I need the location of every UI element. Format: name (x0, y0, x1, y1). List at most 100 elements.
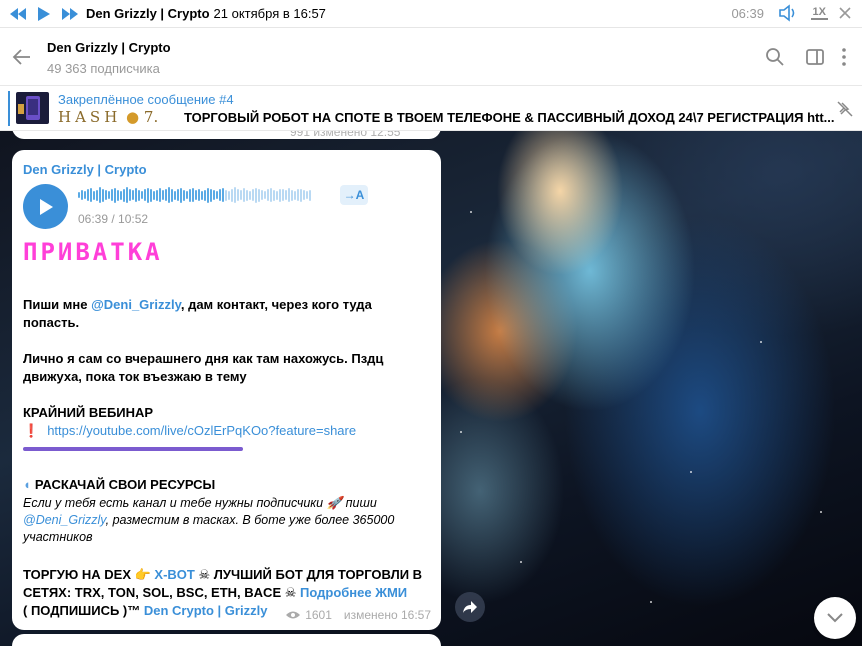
waveform-bar (141, 191, 143, 199)
sidebar-toggle-icon[interactable] (805, 47, 825, 70)
pinned-thumbnail (16, 92, 49, 124)
waveform-bar (186, 191, 188, 199)
share-arrow-icon (463, 601, 477, 613)
waveform-bar (309, 189, 311, 201)
waveform-bar (168, 187, 170, 203)
privatka-sticker-text: ПРИВАТКА (23, 238, 163, 266)
waveform-bar (240, 190, 242, 200)
play-icon[interactable] (34, 4, 54, 24)
voice-duration: 06:39 / 10:52 (78, 212, 149, 226)
star (460, 431, 462, 433)
text-segment: Пиши мне (23, 297, 92, 312)
transcribe-button[interactable]: →A (340, 185, 368, 205)
waveform-bar (219, 189, 221, 201)
waveform-bar (243, 188, 245, 202)
waveform-bar (177, 189, 179, 201)
share-button[interactable] (455, 592, 485, 622)
waveform-bar (93, 190, 95, 200)
waveform-bar (189, 188, 191, 202)
star (690, 471, 692, 473)
waveform-bar (210, 188, 212, 202)
text-segment: ТОРГУЮ НА DEX (23, 567, 135, 582)
voice-waveform[interactable] (78, 186, 330, 204)
edited-time: изменено 16:57 (343, 608, 431, 622)
waveform-bar (282, 189, 284, 201)
view-count: 1601 (305, 608, 332, 622)
chevron-down-icon (827, 613, 843, 623)
waveform-bar (165, 189, 167, 201)
section-divider (23, 447, 243, 451)
waveform-bar (96, 189, 98, 201)
next-track-icon[interactable] (60, 4, 80, 24)
waveform-bar (129, 189, 131, 201)
star (520, 561, 522, 563)
search-icon[interactable] (765, 47, 785, 70)
message-author[interactable]: Den Grizzly | Crypto (23, 162, 147, 177)
volume-icon[interactable] (778, 4, 798, 25)
waveform-bar (198, 189, 200, 201)
waveform-bar (231, 188, 233, 202)
waveform-bar (213, 190, 215, 200)
webinar-link[interactable]: https://youtube.com/live/cOzlErPqKOo?fea… (47, 423, 356, 438)
waveform-bar (123, 188, 125, 202)
dex-paragraph: ТОРГУЮ НА DEX 👉 X-BOT ☠ ЛУЧШИЙ БОТ ДЛЯ Т… (23, 566, 423, 602)
more-options-icon[interactable] (840, 47, 848, 70)
channel-link[interactable]: Den Crypto | Grizzly (144, 603, 268, 618)
unpin-icon[interactable] (836, 100, 854, 121)
waveform-bar (297, 189, 299, 201)
waveform-bar (138, 189, 140, 201)
waveform-bar (126, 187, 128, 203)
xbot-link[interactable]: X-BOT (154, 567, 194, 582)
waveform-bar (276, 190, 278, 200)
waveform-bar (288, 188, 290, 202)
waveform-bar (207, 187, 209, 203)
waveform-bar (153, 190, 155, 200)
previous-track-icon[interactable] (8, 4, 28, 24)
waveform-bar (99, 187, 101, 203)
waveform-bar (159, 188, 161, 202)
leaf-icon: ◖ (23, 477, 31, 492)
paragraph-status: Лично я сам со вчерашнего дня как там на… (23, 351, 384, 384)
waveform-bar (234, 187, 236, 203)
waveform-bar (303, 190, 305, 200)
message-meta: 1601 изменено 16:57 (285, 608, 431, 622)
waveform-bar (90, 188, 92, 202)
voice-play-button[interactable] (23, 184, 68, 229)
pinned-brand-suffix: 7. (143, 108, 159, 126)
message-bubble[interactable]: Den Grizzly | Crypto →A 06:39 / 10:52 ПР… (12, 150, 441, 630)
waveform-bar (267, 189, 269, 201)
waveform-bar (195, 190, 197, 200)
boost-contact-link[interactable]: @Deni_Grizzly (23, 513, 106, 527)
waveform-bar (279, 188, 281, 202)
waveform-bar (114, 187, 116, 203)
channel-title[interactable]: Den Grizzly | Crypto (47, 40, 171, 55)
waveform-bar (78, 192, 80, 198)
pinned-label: Закреплённое сообщение #4 (58, 92, 234, 107)
player-title[interactable]: Den Grizzly | Crypto (86, 6, 210, 21)
waveform-bar (144, 189, 146, 201)
robot-icon: ☠ (284, 585, 297, 600)
more-info-link[interactable]: Подробнее ЖМИ (300, 585, 407, 600)
waveform-bar (108, 191, 110, 199)
waveform-bar (156, 189, 158, 201)
waveform-bar (237, 189, 239, 201)
scroll-down-button[interactable] (814, 597, 856, 639)
star (470, 211, 472, 213)
back-arrow-icon[interactable] (12, 48, 32, 69)
waveform-bar (147, 187, 149, 203)
playback-speed-button[interactable]: 1X (810, 6, 828, 20)
player-time: 06:39 (731, 6, 764, 21)
next-message-bubble (12, 634, 441, 646)
waveform-bar (171, 188, 173, 202)
close-icon[interactable] (836, 4, 854, 25)
waveform-bar (105, 190, 107, 200)
star (760, 341, 762, 343)
waveform-bar (249, 190, 251, 200)
waveform-bar (102, 188, 104, 202)
contact-link[interactable]: @Deni_Grizzly (91, 297, 181, 312)
pinned-message[interactable]: Закреплённое сообщение #4 HASH ● 7. ТОРГ… (0, 86, 862, 131)
waveform-bar (132, 190, 134, 200)
rocket-icon: 🚀 (326, 496, 343, 510)
waveform-bar (228, 190, 230, 200)
chat-area: 991 изменено 12:55 Den Grizzly | Crypto … (0, 131, 862, 646)
